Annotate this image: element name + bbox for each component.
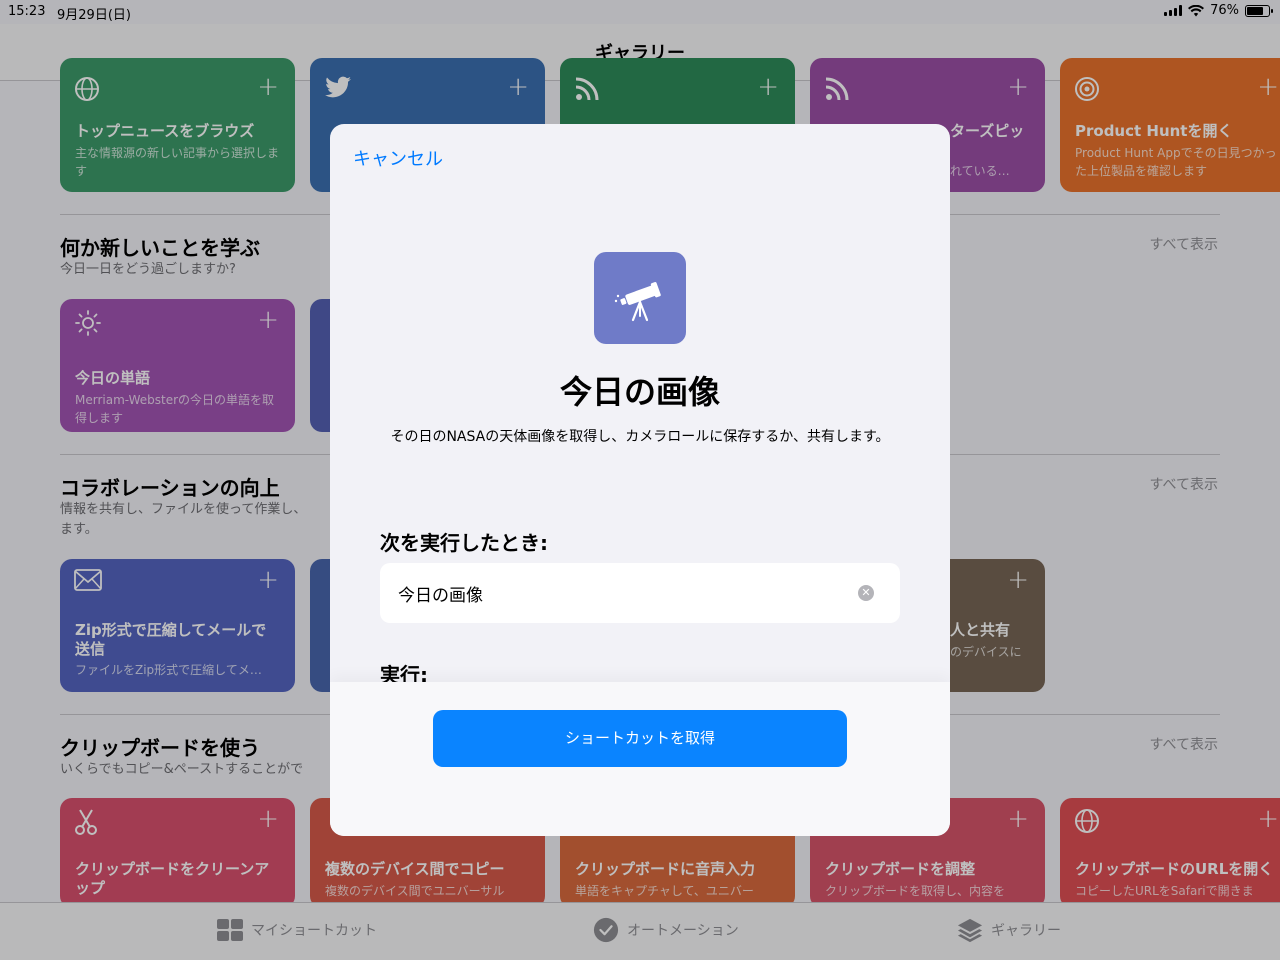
shortcut-detail-sheet: キャンセル 今日の画像 その日のNASAの天体画像を取得し、カメラロールに保存す…: [330, 124, 950, 836]
trigger-label: 次を実行したとき:: [380, 531, 548, 555]
get-shortcut-button[interactable]: ショートカットを取得: [433, 710, 847, 767]
trigger-phrase-field[interactable]: 今日の画像 ✕: [380, 563, 900, 623]
clear-icon[interactable]: ✕: [858, 585, 874, 601]
sheet-footer: ショートカットを取得: [330, 682, 950, 836]
trigger-phrase-value[interactable]: 今日の画像: [398, 581, 483, 606]
shortcut-description: その日のNASAの天体画像を取得し、カメラロールに保存するか、共有します。: [390, 429, 890, 445]
shortcut-title: 今日の画像: [559, 373, 720, 411]
cancel-button[interactable]: キャンセル: [353, 145, 443, 171]
telescope-icon: [594, 252, 686, 344]
